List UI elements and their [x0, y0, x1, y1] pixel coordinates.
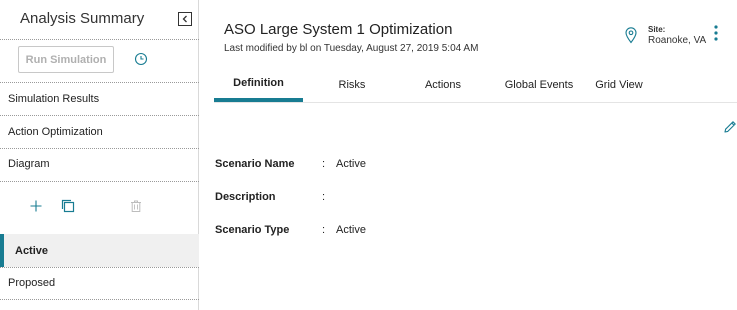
site-label: Site: [648, 25, 666, 34]
sidebar-item-label: Diagram [8, 158, 50, 170]
tab-divider [214, 102, 737, 103]
scenario-item-proposed[interactable]: Proposed [0, 267, 199, 299]
sidebar-item-action-optimization[interactable]: Action Optimization [0, 116, 199, 148]
sidebar-item-diagram[interactable]: Diagram [0, 148, 199, 180]
tab-grid-view[interactable]: Grid View [589, 68, 649, 102]
field-value: Active [336, 224, 366, 236]
analysis-sidebar: Analysis Summary Run Simulation Simulati… [0, 0, 199, 310]
tab-actions[interactable]: Actions [413, 68, 473, 102]
collapse-left-icon[interactable] [178, 12, 192, 26]
tab-risks[interactable]: Risks [325, 68, 379, 102]
field-label: Scenario Name [215, 158, 295, 170]
pencil-icon[interactable] [723, 120, 737, 134]
tab-label: Definition [233, 77, 284, 89]
scenario-item-active[interactable]: Active [0, 234, 199, 267]
clock-icon[interactable] [134, 52, 148, 66]
tab-global-events[interactable]: Global Events [489, 68, 589, 102]
tab-definition[interactable]: Definition [214, 68, 303, 102]
sidebar-item-label: Action Optimization [8, 126, 103, 138]
divider [0, 181, 199, 182]
sidebar-title: Analysis Summary [20, 10, 145, 27]
field-colon: : [322, 158, 326, 170]
plus-icon[interactable] [29, 199, 43, 213]
tab-label: Global Events [504, 79, 574, 91]
divider [0, 299, 199, 300]
field-colon: : [322, 224, 326, 236]
sidebar-item-label: Simulation Results [8, 93, 100, 105]
tab-label: Actions [424, 79, 462, 91]
sidebar-item-simulation-results[interactable]: Simulation Results [0, 83, 199, 115]
tab-label: Risks [338, 79, 366, 91]
copy-icon[interactable] [61, 199, 75, 213]
scenario-label: Active [15, 244, 49, 257]
tab-bar: Definition Risks Actions Global Events G… [214, 68, 734, 102]
run-simulation-button[interactable]: Run Simulation [18, 46, 114, 73]
scenario-panel: ASO Large System 1 Optimization Last mod… [200, 0, 737, 310]
site-value: Roanoke, VA [648, 35, 707, 46]
tab-label: Grid View [595, 79, 643, 91]
location-pin-icon [625, 27, 637, 44]
kebab-menu-icon[interactable] [713, 24, 719, 42]
scenario-label: Proposed [8, 277, 56, 289]
field-label: Scenario Type [215, 224, 290, 236]
field-colon: : [322, 191, 326, 203]
divider [0, 39, 199, 40]
field-value: Active [336, 158, 366, 170]
page-title: ASO Large System 1 Optimization [224, 21, 453, 38]
last-modified-text: Last modified by bl on Tuesday, August 2… [224, 43, 479, 54]
trash-icon[interactable] [129, 199, 143, 213]
field-label: Description [215, 191, 276, 203]
